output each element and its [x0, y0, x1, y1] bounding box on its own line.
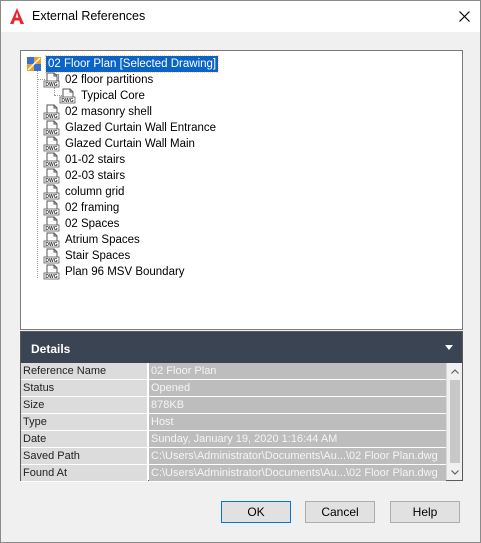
- dwg-file-icon: DWG: [43, 136, 60, 152]
- dwg-file-icon: DWG: [43, 120, 60, 136]
- dwg-file-icon: DWG: [43, 72, 60, 88]
- tree-node-label: Glazed Curtain Wall Entrance: [65, 122, 217, 134]
- tree-node-label: 02 Spaces: [65, 218, 120, 230]
- xref-glazed-curtain-wall-main[interactable]: DWG Glazed Curtain Wall Main: [43, 136, 443, 152]
- details-property-value[interactable]: Opened: [149, 380, 446, 397]
- help-button[interactable]: Help: [390, 501, 460, 523]
- dwg-file-icon: DWG: [43, 184, 60, 200]
- details-property-name: Date: [21, 431, 148, 448]
- tree-node-label: Atrium Spaces: [65, 234, 140, 246]
- tree-node-label: Plan 96 MSV Boundary: [65, 266, 185, 278]
- close-icon: [458, 11, 470, 22]
- tree-node-label: 02 framing: [65, 202, 120, 214]
- details-property-value[interactable]: Host: [149, 414, 446, 431]
- details-property-name: Saved Path: [21, 448, 148, 465]
- details-title: Details: [31, 342, 71, 356]
- dwg-file-icon: DWG: [43, 152, 60, 168]
- details-grid: Reference Name 02 Floor Plan Status Opened S…: [21, 363, 446, 482]
- tree-node-label: Glazed Curtain Wall Main: [65, 138, 195, 150]
- dwg-file-icon: DWG: [43, 104, 60, 120]
- svg-text:DWG: DWG: [45, 274, 57, 280]
- ok-button[interactable]: OK: [221, 501, 291, 523]
- tree-node-label: 02 Floor Plan [Selected Drawing]: [44, 55, 220, 73]
- window-title: External References: [32, 9, 146, 23]
- chevron-down-icon: [451, 469, 459, 475]
- details-row: Date Sunday, January 19, 2020 1:16:44 AM: [21, 431, 446, 448]
- svg-text:DWG: DWG: [45, 82, 57, 88]
- external-references-dialog: External References 02 Floor Plan [Selec…: [0, 0, 481, 543]
- tree-node-label: column grid: [65, 186, 125, 198]
- dwg-file-icon: DWG: [59, 88, 76, 104]
- details-panel: Details Reference Name 02 Floor Plan Statu…: [20, 331, 463, 482]
- chevron-down-icon[interactable]: [445, 345, 453, 350]
- details-property-name: Reference Name: [21, 363, 148, 380]
- details-scrollbar[interactable]: [446, 363, 462, 480]
- dwg-file-icon: DWG: [43, 232, 60, 248]
- details-property-name: Found At: [21, 465, 148, 482]
- tree-node-label: Typical Core: [81, 90, 145, 102]
- details-header: Details: [21, 332, 462, 363]
- xref-02-masonry-shell[interactable]: DWG 02 masonry shell: [43, 104, 443, 120]
- scroll-down-button[interactable]: [447, 464, 463, 480]
- dwg-file-icon: DWG: [43, 200, 60, 216]
- details-row: Reference Name 02 Floor Plan: [21, 363, 446, 380]
- xref-glazed-curtain-wall-entrance[interactable]: DWG Glazed Curtain Wall Entrance: [43, 120, 443, 136]
- chevron-up-icon: [451, 368, 459, 374]
- drawing-root-icon: [26, 56, 43, 72]
- xref-02-03-stairs[interactable]: DWG 02-03 stairs: [43, 168, 443, 184]
- close-button[interactable]: [448, 1, 480, 32]
- xref-atrium-spaces[interactable]: DWG Atrium Spaces: [43, 232, 443, 248]
- tree-node-label: 02 floor partitions: [65, 74, 154, 86]
- xref-02-spaces[interactable]: DWG 02 Spaces: [43, 216, 443, 232]
- details-row: Size 878KB: [21, 397, 446, 414]
- tree-connector-line: [54, 87, 55, 95]
- scroll-thumb[interactable]: [450, 380, 460, 463]
- scroll-up-button[interactable]: [447, 363, 463, 379]
- details-row: Found At C:\Users\Administrator\Documents…: [21, 465, 446, 482]
- tree-node-label: 01-02 stairs: [65, 154, 126, 166]
- dwg-file-icon: DWG: [43, 216, 60, 232]
- xref-column-grid[interactable]: DWG column grid: [43, 184, 443, 200]
- details-row: Status Opened: [21, 380, 446, 397]
- xref-stair-spaces[interactable]: DWG Stair Spaces: [43, 248, 443, 264]
- title-bar: External References: [1, 1, 480, 32]
- root-node[interactable]: 02 Floor Plan [Selected Drawing]: [26, 55, 426, 73]
- tree-node-label: 02-03 stairs: [65, 170, 126, 182]
- tree-node-label: 02 masonry shell: [65, 106, 152, 118]
- details-row: Type Host: [21, 414, 446, 431]
- xref-plan-96-msv-boundary[interactable]: DWG Plan 96 MSV Boundary: [43, 264, 443, 280]
- tree-connector-line: [37, 66, 38, 278]
- cancel-button[interactable]: Cancel: [305, 501, 375, 523]
- xref-typical-core[interactable]: DWG Typical Core: [59, 88, 459, 104]
- xref-tree-view[interactable]: 02 Floor Plan [Selected Drawing] DWG 02 fl…: [20, 50, 463, 330]
- xref-02-framing[interactable]: DWG 02 framing: [43, 200, 443, 216]
- details-property-name: Type: [21, 414, 148, 431]
- tree-node-label: Stair Spaces: [65, 250, 131, 262]
- details-property-value[interactable]: 02 Floor Plan: [149, 363, 446, 380]
- dwg-file-icon: DWG: [43, 248, 60, 264]
- dwg-file-icon: DWG: [43, 264, 60, 280]
- details-property-name: Size: [21, 397, 148, 414]
- dwg-file-icon: DWG: [43, 168, 60, 184]
- details-property-name: Status: [21, 380, 148, 397]
- details-property-value[interactable]: C:\Users\Administrator\Documents\Au...\0…: [149, 465, 446, 482]
- details-property-value[interactable]: C:\Users\Administrator\Documents\Au...\0…: [149, 448, 446, 465]
- xref-02-floor-partitions[interactable]: DWG 02 floor partitions: [43, 72, 443, 88]
- details-property-value[interactable]: Sunday, January 19, 2020 1:16:44 AM: [149, 431, 446, 448]
- details-row: Saved Path C:\Users\Administrator\Documen…: [21, 448, 446, 465]
- xref-01-02-stairs[interactable]: DWG 01-02 stairs: [43, 152, 443, 168]
- autocad-a-icon: [10, 8, 24, 24]
- details-property-value[interactable]: 878KB: [149, 397, 446, 414]
